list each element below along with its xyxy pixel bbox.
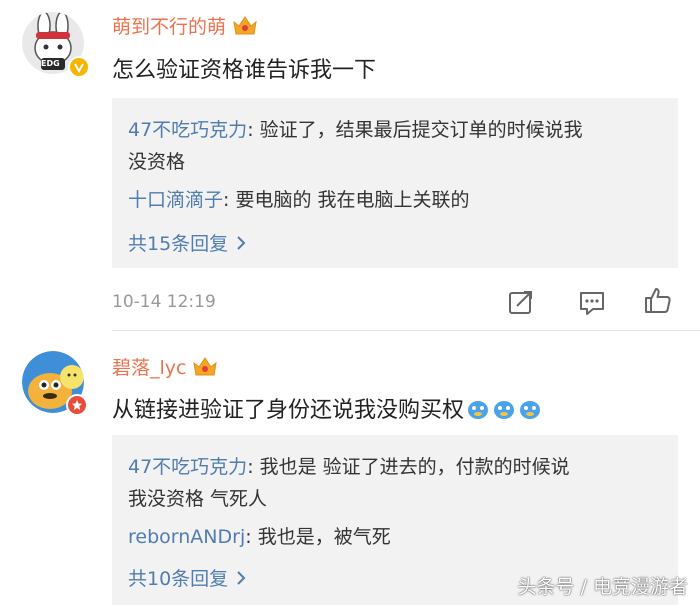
chevron-right-icon	[236, 559, 246, 599]
username[interactable]: 碧落_lyc	[112, 353, 218, 382]
comment-icon[interactable]	[578, 289, 606, 321]
reply-author[interactable]: 47不吃巧克力	[128, 456, 247, 478]
reply-text: 我也是，被气死	[257, 526, 391, 548]
crown-vip-icon	[192, 355, 218, 382]
reply-item[interactable]: 47不吃巧克力: 我也是 验证了进去的，付款的时候说 我没资格 气死人	[128, 445, 662, 515]
reply-separator: :	[245, 526, 258, 548]
reply-count-text[interactable]: 共15条回复	[128, 233, 228, 255]
reply-text: 验证了，结果最后提交订单的时候说我	[259, 119, 583, 141]
comment-text: 怎么验证资格谁告诉我一下	[112, 58, 377, 83]
repost-icon[interactable]	[507, 288, 535, 320]
username-text[interactable]: 萌到不行的萌	[112, 16, 226, 38]
comment-text: 从链接进验证了身份还说我没购买权	[112, 392, 542, 426]
comment-1: EDG 萌到不行的萌 怎么验证资格谁告诉我一下 47不吃巧克力: 验证了，结果最…	[0, 0, 700, 331]
reply-separator: :	[247, 119, 260, 141]
emoji-doge-icon	[466, 398, 490, 426]
crown-vip-icon	[232, 14, 258, 41]
like-icon[interactable]	[643, 285, 673, 319]
username[interactable]: 萌到不行的萌	[112, 12, 258, 41]
reply-text: 要电脑的 我在电脑上关联的	[235, 189, 470, 211]
comment-text-content: 从链接进验证了身份还说我没购买权	[112, 398, 465, 423]
member-badge-icon	[66, 394, 88, 416]
verified-badge-icon	[68, 56, 90, 78]
reply-item[interactable]: rebornANDrj: 我也是，被气死	[128, 521, 662, 553]
reply-text: 我也是 验证了进去的，付款的时候说	[259, 456, 570, 478]
emoji-doge-icon	[518, 398, 542, 426]
reply-count-link[interactable]: 共15条回复	[128, 224, 662, 268]
emoji-doge-icon	[492, 398, 516, 426]
comment-2: 碧落_lyc 从链接进验证了身份还说我没购买权 47不吃巧克力: 我也是 验证了…	[0, 331, 700, 605]
reply-text-cont: 我没资格 气死人	[128, 488, 268, 510]
reply-author[interactable]: 47不吃巧克力	[128, 119, 247, 141]
reply-item[interactable]: 47不吃巧克力: 验证了，结果最后提交订单的时候说我 没资格	[128, 108, 662, 178]
reply-separator: :	[247, 456, 260, 478]
reply-item[interactable]: 十口滴滴子: 要电脑的 我在电脑上关联的	[128, 184, 662, 216]
watermark: 头条号 / 电竞漫游者	[517, 576, 688, 598]
reply-box[interactable]: 47不吃巧克力: 验证了，结果最后提交订单的时候说我 没资格 十口滴滴子: 要电…	[112, 98, 678, 268]
reply-text-cont: 没资格	[128, 151, 186, 173]
avatar-team-label: EDG	[41, 59, 60, 68]
username-text[interactable]: 碧落_lyc	[112, 357, 186, 379]
reply-count-text[interactable]: 共10条回复	[128, 568, 228, 590]
reply-separator: :	[223, 189, 236, 211]
comment-timestamp: 10-14 12:19	[112, 292, 216, 312]
reply-author[interactable]: 十口滴滴子	[128, 189, 223, 211]
reply-author[interactable]: rebornANDrj	[128, 526, 245, 548]
chevron-right-icon	[236, 224, 246, 264]
